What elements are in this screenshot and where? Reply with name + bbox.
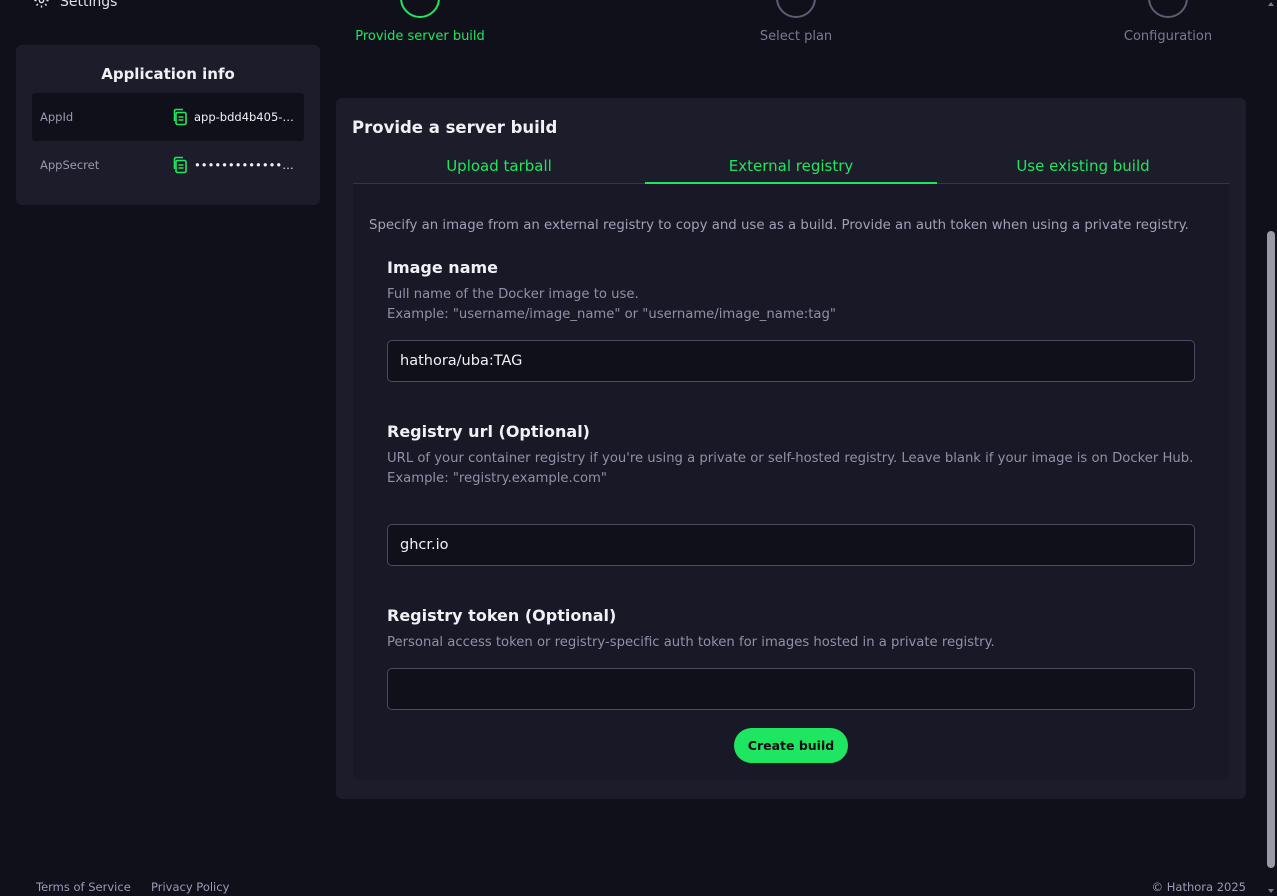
copy-icon[interactable] xyxy=(171,156,189,174)
registry-token-label: Registry token (Optional) xyxy=(387,606,617,625)
check-icon xyxy=(402,0,438,16)
server-build-card: Provide a server build Upload tarball Ex… xyxy=(336,98,1246,799)
registry-token-input[interactable] xyxy=(387,668,1195,710)
step-label: Select plan xyxy=(759,29,833,44)
panel-intro: Specify an image from an external regist… xyxy=(369,218,1189,233)
step-label: Provide server build xyxy=(355,29,485,44)
step-label: Configuration xyxy=(1123,29,1213,44)
app-id-row: AppId app-bdd4b405-… xyxy=(32,93,304,141)
registry-url-desc-example: Example: "registry.example.com" xyxy=(387,471,607,486)
card-title: Provide a server build xyxy=(352,118,558,137)
step-circle xyxy=(776,0,816,18)
registry-token-field: Registry token (Optional) Personal acces… xyxy=(387,604,1195,710)
create-build-button[interactable]: Create build xyxy=(734,728,848,763)
tab-upload-tarball[interactable]: Upload tarball xyxy=(353,151,645,183)
image-name-desc-example: Example: "username/image_name" or "usern… xyxy=(387,307,836,322)
image-name-desc-line: Full name of the Docker image to use. xyxy=(387,287,639,302)
copy-icon[interactable] xyxy=(171,108,189,126)
registry-url-desc-line: URL of your container registry if you're… xyxy=(387,451,1194,466)
settings-label: Settings xyxy=(60,0,118,10)
image-name-description: Full name of the Docker image to use. Ex… xyxy=(387,285,1195,325)
app-id-value: app-bdd4b405-… xyxy=(194,110,294,124)
privacy-policy-link[interactable]: Privacy Policy xyxy=(151,880,229,894)
registry-url-field: Registry url (Optional) URL of your cont… xyxy=(387,420,1195,566)
step-circle xyxy=(1148,0,1188,18)
image-name-input[interactable] xyxy=(387,340,1195,382)
app-secret-row: AppSecret ••••••••••••••••••••••… xyxy=(32,141,304,189)
app-secret-key: AppSecret xyxy=(40,158,100,172)
tab-use-existing-build[interactable]: Use existing build xyxy=(937,151,1229,183)
application-info-title: Application info xyxy=(101,65,235,83)
app-id-key: AppId xyxy=(40,110,74,124)
scroll-down-arrow[interactable] xyxy=(1268,889,1274,893)
application-info-panel: Application info AppId app-bdd4b405-… Ap… xyxy=(16,45,320,205)
registry-url-label: Registry url (Optional) xyxy=(387,422,590,441)
image-name-label: Image name xyxy=(387,258,499,277)
registry-url-input[interactable] xyxy=(387,524,1195,566)
scrollbar[interactable] xyxy=(1265,0,1277,896)
tab-external-registry[interactable]: External registry xyxy=(645,151,937,184)
scroll-up-arrow[interactable] xyxy=(1268,2,1274,6)
registry-url-description: URL of your container registry if you're… xyxy=(387,449,1195,489)
copyright: © Hathora 2025 xyxy=(1151,880,1246,894)
external-registry-panel: Specify an image from an external regist… xyxy=(353,184,1229,780)
terms-of-service-link[interactable]: Terms of Service xyxy=(36,880,131,894)
scroll-thumb[interactable] xyxy=(1267,231,1275,868)
app-secret-value: ••••••••••••••••••••••… xyxy=(194,158,297,172)
build-source-tabs: Upload tarball External registry Use exi… xyxy=(353,151,1229,184)
registry-token-desc-line: Personal access token or registry-specif… xyxy=(387,635,995,650)
settings-link[interactable]: Settings xyxy=(33,0,117,12)
step-circle xyxy=(400,0,440,18)
registry-token-description: Personal access token or registry-specif… xyxy=(387,633,1195,653)
gear-icon xyxy=(33,0,50,13)
image-name-field: Image name Full name of the Docker image… xyxy=(387,256,1195,382)
